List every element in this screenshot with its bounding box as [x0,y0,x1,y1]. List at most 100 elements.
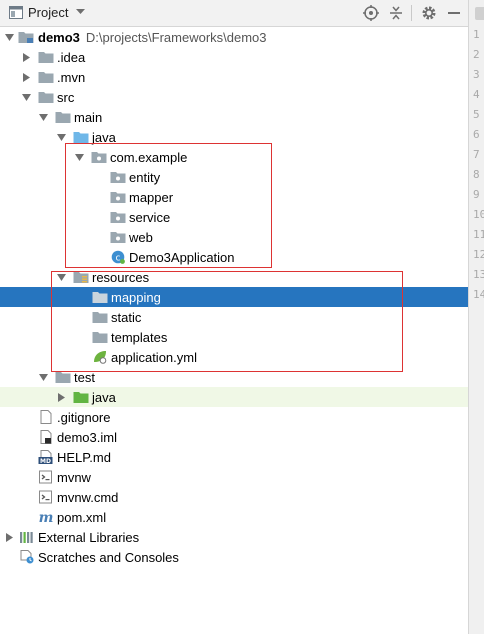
expand-arrow-icon[interactable] [39,113,48,122]
tree-item-label: mapper [129,190,174,205]
tree-item-label: mapping [111,290,161,305]
tree-item-resources[interactable]: resources [0,267,468,287]
line-number: 11 [473,228,484,241]
tree-item-service[interactable]: service [0,207,468,227]
tree-item-pom-xml[interactable]: m pom.xml [0,507,468,527]
tree-item-gitignore[interactable]: .gitignore [0,407,468,427]
line-number: 10 [473,208,484,221]
folder-icon [92,292,108,303]
tree-item-idea[interactable]: .idea [0,47,468,67]
folder-icon [38,72,54,83]
tree-item-label: service [129,210,171,225]
spring-boot-class-icon: c [111,250,125,264]
tree-item-mvn[interactable]: .mvn [0,67,468,87]
tree-item-test-java[interactable]: java [0,387,468,407]
package-icon [110,212,126,223]
tree-item-label: mvnw [57,470,91,485]
tree-item-static[interactable]: static [0,307,468,327]
tree-item-src[interactable]: src [0,87,468,107]
project-window-icon [9,6,23,19]
expand-arrow-icon[interactable] [39,373,48,382]
tree-item-label: pom.xml [57,510,107,525]
tree-item-demo3application[interactable]: c Demo3Application [0,247,468,267]
tree-item-mapping[interactable]: mapping [0,287,468,307]
expand-arrow-icon[interactable] [75,153,84,162]
tree-item-demo3-iml[interactable]: demo3.iml [0,427,468,447]
collapsed-arrow-icon[interactable] [57,393,66,402]
line-number: 13 [473,268,484,281]
folder-icon [92,332,108,343]
collapse-all-icon[interactable] [387,4,405,22]
tree-item-label: resources [92,270,150,285]
source-folder-icon [73,132,89,143]
tree-item-label: main [74,110,103,125]
tree-item-help-md[interactable]: MD HELP.md [0,447,468,467]
hide-panel-icon[interactable] [445,4,463,22]
tree-item-test[interactable]: test [0,367,468,387]
tree-item-application-yml[interactable]: application.yml [0,347,468,367]
tree-item-scratches[interactable]: Scratches and Consoles [0,547,468,567]
project-view-title[interactable]: Project [28,5,68,20]
folder-icon [38,52,54,63]
folder-icon [38,92,54,103]
editor-tab-stub[interactable] [475,7,484,20]
collapsed-arrow-icon[interactable] [22,73,31,82]
tree-item-label: Demo3Application [129,250,235,265]
locate-target-icon[interactable] [362,4,380,22]
editor-gutter: 1 2 3 4 5 6 7 8 9 10 11 12 13 14 [469,0,484,634]
tree-item-mvnw[interactable]: mvnw [0,467,468,487]
script-file-icon [39,490,52,504]
svg-text:c: c [116,253,121,263]
expand-arrow-icon[interactable] [57,133,66,142]
toolbar-separator [411,5,412,21]
expand-arrow-icon[interactable] [57,273,66,282]
tree-item-label: .mvn [57,70,86,85]
tree-item-label: java [92,390,116,405]
tree-item-templates[interactable]: templates [0,327,468,347]
tree-item-label: src [57,90,75,105]
line-number: 9 [473,188,480,201]
project-path-text: D:\projects\Frameworks\demo3 [85,30,267,45]
tree-item-java[interactable]: java [0,127,468,147]
project-toolbar: Project [0,0,468,27]
tree-item-demo3[interactable]: demo3 D:\projects\Frameworks\demo3 [0,27,468,47]
tree-item-label: .gitignore [57,410,111,425]
expand-arrow-icon[interactable] [22,93,31,102]
libraries-icon [20,532,33,543]
tree-item-label: static [111,310,142,325]
chevron-down-icon[interactable] [76,9,85,15]
tree-item-label: java [92,130,116,145]
script-file-icon [39,470,52,484]
tree-item-label: mvnw.cmd [57,490,119,505]
tree-item-entity[interactable]: entity [0,167,468,187]
tree-item-label: .idea [57,50,86,65]
tree-item-label: HELP.md [57,450,111,465]
tree-item-mvnw-cmd[interactable]: mvnw.cmd [0,487,468,507]
package-icon [110,192,126,203]
markdown-file-icon: MD [38,450,53,464]
tree-item-label: com.example [110,150,188,165]
tree-item-label: entity [129,170,161,185]
folder-icon [92,312,108,323]
tree-item-com-example[interactable]: com.example [0,147,468,167]
tree-item-main[interactable]: main [0,107,468,127]
tree-item-label: web [129,230,153,245]
folder-icon [55,372,71,383]
maven-icon: m [39,510,54,524]
package-icon [110,232,126,243]
tree-item-external-libraries[interactable]: External Libraries [0,527,468,547]
tree-item-label: External Libraries [38,530,140,545]
line-number: 3 [473,68,480,81]
tree-item-mapper[interactable]: mapper [0,187,468,207]
gear-icon[interactable] [420,4,438,22]
tree-item-web[interactable]: web [0,227,468,247]
expand-arrow-icon[interactable] [5,33,14,42]
tree-item-label: templates [111,330,168,345]
tree-item-label: demo3 [38,30,80,45]
line-number: 5 [473,108,480,121]
test-source-folder-icon [73,392,89,403]
spring-config-file-icon [94,351,107,364]
collapsed-arrow-icon[interactable] [5,533,14,542]
svg-text:m: m [39,510,54,524]
collapsed-arrow-icon[interactable] [22,53,31,62]
